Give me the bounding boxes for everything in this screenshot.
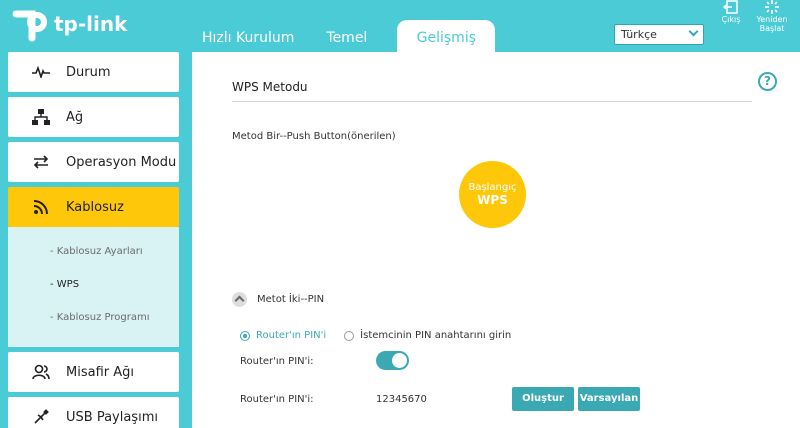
router-pin-value: 12345670 (376, 394, 427, 405)
brand-name: tp-link (54, 12, 128, 36)
sidebar-item-operation-mode[interactable]: Operasyon Modu (8, 142, 179, 182)
sidebar-item-label: Misafir Ağı (66, 364, 134, 380)
router-pin-toggle[interactable] (376, 351, 409, 370)
start-wps-line1: Başlangıç (468, 182, 517, 193)
submenu-item-wps[interactable]: - WPS (50, 268, 179, 301)
tab-quick-setup[interactable]: Hızlı Kurulum (186, 20, 310, 52)
language-selected-value: Türkçe (621, 28, 657, 41)
sidebar-item-usb-sharing[interactable]: USB Paylaşımı (8, 397, 179, 428)
mode-icon (32, 153, 50, 171)
help-icon[interactable]: ? (758, 72, 777, 91)
sidebar: Durum Ağ Operasyon Modu Kablosuz - Kablo… (8, 52, 179, 428)
generate-button[interactable]: Oluştur (512, 387, 574, 411)
wireless-icon (32, 198, 50, 216)
tab-advanced[interactable]: Gelişmiş (397, 20, 496, 52)
reboot-label-line1: Yeniden (756, 15, 788, 24)
sidebar-item-label: Operasyon Modu (66, 154, 177, 170)
method-one-label: Metod Bir--Push Button(önerilen) (232, 131, 396, 142)
sidebar-item-label: Kablosuz (66, 199, 124, 215)
method-two-label: Metot İki--PIN (257, 294, 325, 305)
section-divider (232, 101, 752, 102)
submenu-item-wireless-settings[interactable]: - Kablosuz Ayarları (50, 235, 179, 268)
pulse-icon (32, 63, 50, 81)
method-two-header: Metot İki--PIN (232, 292, 324, 307)
reboot-icon (764, 0, 780, 14)
collapse-up-icon[interactable] (232, 292, 247, 307)
start-wps-button[interactable]: Başlangıç WPS (459, 161, 526, 228)
logout-label: Çıkış (721, 15, 741, 24)
tp-link-logo: tp-link (10, 4, 127, 44)
default-button[interactable]: Varsayılan (578, 387, 640, 411)
main-panel (192, 52, 800, 428)
wireless-submenu: - Kablosuz Ayarları - WPS - Kablosuz Pro… (8, 227, 179, 347)
router-pin-value-label: Router'ın PIN'i: (240, 394, 314, 405)
radio-client-pin-label: İstemcinin PIN anahtarını girin (360, 330, 512, 341)
sidebar-item-status[interactable]: Durum (8, 52, 179, 92)
reboot-label-line2: Başlat (759, 24, 785, 33)
sidebar-item-wireless[interactable]: Kablosuz (8, 187, 179, 227)
radio-client-pin[interactable]: İstemcinin PIN anahtarını girin (344, 330, 511, 341)
sidebar-item-label: USB Paylaşımı (66, 409, 158, 425)
network-icon (32, 108, 50, 126)
language-select[interactable]: Türkçe (614, 24, 704, 45)
radio-router-pin-label: Router'ın PIN'i (256, 330, 327, 341)
main-tabs: Hızlı Kurulum Temel Gelişmiş (186, 20, 496, 52)
submenu-item-wireless-schedule[interactable]: - Kablosuz Programı (50, 301, 179, 334)
tab-basic[interactable]: Temel (310, 20, 383, 52)
reboot-button[interactable]: Yeniden Başlat (752, 0, 792, 33)
logout-button[interactable]: Çıkış (718, 0, 744, 24)
tp-link-logo-mark-icon (10, 4, 50, 44)
radio-checked-icon (240, 330, 250, 341)
router-pin-toggle-label: Router'ın PIN'i: (240, 356, 314, 367)
sidebar-item-guest-network[interactable]: Misafir Ağı (8, 352, 179, 392)
sidebar-item-network[interactable]: Ağ (8, 97, 179, 137)
start-wps-line2: WPS (477, 193, 508, 207)
chevron-down-icon (688, 26, 699, 37)
sidebar-item-label: Ağ (66, 109, 84, 125)
pin-mode-radio-group: Router'ın PIN'i İstemcinin PIN anahtarın… (240, 330, 511, 341)
sidebar-item-label: Durum (66, 64, 111, 80)
guest-icon (32, 363, 50, 381)
logout-icon (722, 0, 739, 14)
section-title: WPS Metodu (232, 80, 308, 94)
radio-router-pin[interactable]: Router'ın PIN'i (240, 330, 326, 341)
usb-icon (32, 408, 50, 426)
radio-unchecked-icon (344, 330, 355, 341)
